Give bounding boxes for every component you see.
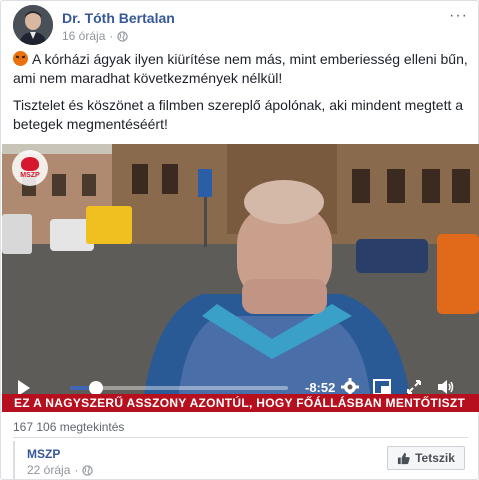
post-card: Dr. Tóth Bertalan 16 órája · ··· A kórhá…	[0, 0, 479, 480]
post-header: Dr. Tóth Bertalan 16 órája · ···	[13, 5, 468, 45]
post-meta: 16 órája ·	[62, 29, 129, 43]
post-paragraph: A kórházi ágyak ilyen kiürítése nem más,…	[13, 50, 468, 88]
thumbs-up-icon	[398, 452, 410, 464]
globe-icon	[117, 30, 129, 42]
post-text: A kórházi ágyak ilyen kiürítése nem más,…	[13, 50, 468, 142]
video-subtitle: EZ A NAGYSZERŰ ASSZONY AZONTÚL, HOGY FŐÁ…	[2, 394, 479, 412]
post-paragraph-1: A kórházi ágyak ilyen kiürítése nem más,…	[13, 51, 468, 86]
post-paragraph-2: Tisztelet és köszönet a filmben szereplő…	[13, 97, 464, 132]
seek-handle[interactable]	[89, 381, 104, 395]
like-label: Tetszik	[415, 451, 455, 465]
author-avatar[interactable]	[13, 5, 53, 45]
shared-meta: 22 órája ·	[27, 463, 94, 477]
view-count[interactable]: 167 106 megtekintés	[13, 420, 124, 434]
video-player[interactable]: MSZP -8:52 EZ A NAGYSZERŰ ASSZONY AZONTÚ…	[2, 144, 479, 412]
shared-time[interactable]: 22 órája	[27, 463, 70, 477]
remaining-time: -8:52	[305, 380, 336, 395]
author-name[interactable]: Dr. Tóth Bertalan	[62, 10, 175, 26]
mszp-logo: MSZP	[12, 150, 48, 186]
rose-icon	[21, 157, 39, 171]
logo-text: MSZP	[20, 172, 40, 179]
post-time[interactable]: 16 órája	[62, 29, 105, 43]
meta-separator: ·	[109, 29, 114, 43]
globe-icon	[82, 464, 94, 476]
divider	[13, 437, 468, 438]
seek-bar[interactable]	[70, 381, 288, 395]
angry-emoji-icon	[13, 51, 28, 66]
meta-separator: ·	[74, 463, 79, 477]
shared-from: MSZP 22 órája · Tetszik	[13, 441, 468, 480]
like-page-button[interactable]: Tetszik	[387, 446, 465, 470]
shared-page-name[interactable]: MSZP	[27, 447, 60, 461]
more-options-button[interactable]: ···	[449, 7, 468, 25]
